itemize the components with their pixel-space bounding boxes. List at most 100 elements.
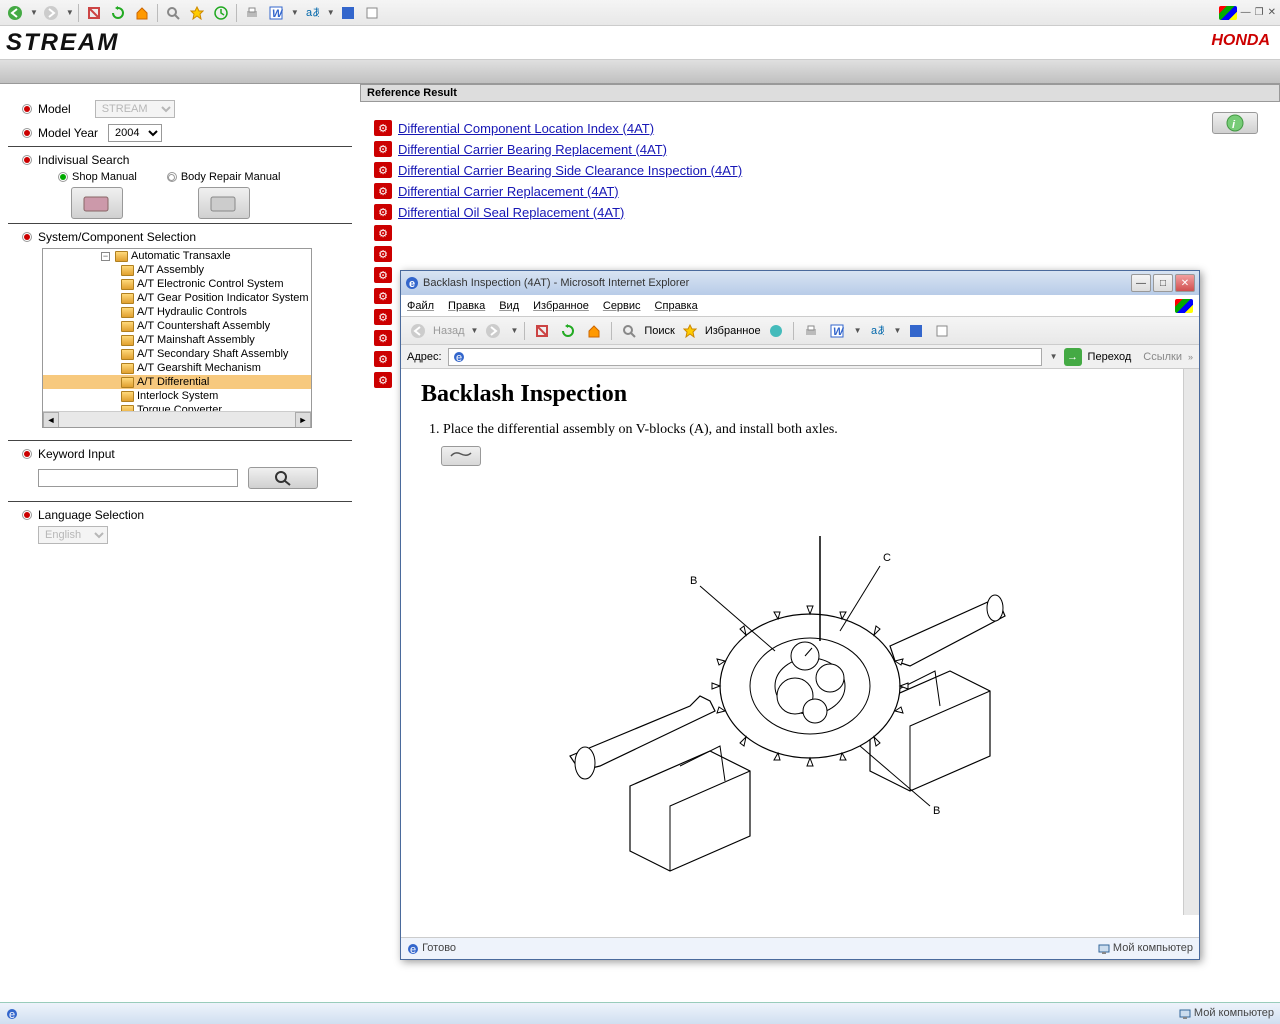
info-button[interactable]: i (1212, 112, 1258, 134)
address-field[interactable]: e (448, 348, 1042, 366)
shop-manual-button[interactable] (71, 187, 123, 219)
svg-text:e: e (410, 944, 416, 955)
popup-refresh-icon[interactable] (557, 320, 579, 342)
menu-view[interactable]: Вид (499, 300, 519, 312)
word-icon[interactable]: W (265, 2, 287, 24)
scroll-left-icon[interactable]: ◄ (43, 412, 59, 428)
window-minimize-button[interactable]: — (1241, 7, 1251, 18)
ie-icon: e (405, 276, 419, 290)
radio-unselected-icon[interactable] (167, 172, 177, 182)
year-select[interactable]: 2004 (108, 124, 162, 142)
fullscreen-icon[interactable] (337, 2, 359, 24)
links-label[interactable]: Ссылки (1143, 351, 1182, 363)
reference-link[interactable]: Differential Carrier Bearing Replacement… (398, 142, 667, 157)
tree-item[interactable]: A/T Countershaft Assembly (137, 320, 270, 332)
keyword-label: Keyword Input (38, 447, 115, 461)
dropdown-icon[interactable]: ▼ (1050, 352, 1058, 361)
tree-item[interactable]: A/T Gear Position Indicator System (137, 292, 309, 304)
keyword-input[interactable] (38, 469, 238, 487)
popup-close-button[interactable]: ✕ (1175, 274, 1195, 292)
folder-icon (121, 377, 134, 388)
tree-item-selected[interactable]: A/T Differential (137, 376, 209, 388)
scroll-right-icon[interactable]: ► (295, 412, 311, 428)
go-button[interactable]: → (1064, 348, 1082, 366)
gear-icon: ⚙ (374, 309, 392, 325)
home-icon[interactable] (131, 2, 153, 24)
dropdown-icon[interactable]: ▼ (30, 8, 38, 17)
tree-item[interactable]: A/T Gearshift Mechanism (137, 362, 261, 374)
popup-media-icon[interactable] (765, 320, 787, 342)
tool-icon[interactable] (361, 2, 383, 24)
reference-link[interactable]: Differential Oil Seal Replacement (4AT) (398, 205, 624, 220)
popup-print-icon[interactable] (800, 320, 822, 342)
popup-tool-icon[interactable] (931, 320, 953, 342)
collapse-icon[interactable]: − (101, 252, 110, 261)
radio-selected-icon[interactable] (58, 172, 68, 182)
component-tree[interactable]: − Automatic Transaxle A/T Assembly A/T El… (42, 248, 312, 428)
popup-word-icon[interactable]: W (826, 320, 848, 342)
popup-encoding-icon[interactable]: aあ (866, 320, 888, 342)
window-close-button[interactable]: ✕ (1268, 7, 1276, 18)
reference-link[interactable]: Differential Carrier Replacement (4AT) (398, 184, 619, 199)
dropdown-icon[interactable]: ▼ (471, 326, 479, 335)
history-icon[interactable] (210, 2, 232, 24)
tree-root[interactable]: Automatic Transaxle (131, 250, 231, 262)
bullet-icon (22, 232, 32, 242)
dropdown-icon[interactable]: ▼ (510, 326, 518, 335)
popup-favorites-icon[interactable] (679, 320, 701, 342)
dropdown-icon[interactable]: ▼ (854, 326, 862, 335)
go-label: Переход (1088, 351, 1132, 363)
popup-minimize-button[interactable]: — (1131, 274, 1151, 292)
ie-icon: e (6, 1008, 18, 1020)
svg-text:e: e (456, 352, 462, 363)
window-restore-button[interactable]: ❐ (1255, 7, 1264, 18)
menu-service[interactable]: Сервис (603, 300, 641, 312)
print-icon[interactable] (241, 2, 263, 24)
folder-icon (121, 349, 134, 360)
menu-favorites[interactable]: Избранное (533, 300, 589, 312)
refresh-icon[interactable] (107, 2, 129, 24)
popup-stop-icon[interactable] (531, 320, 553, 342)
tree-item[interactable]: Interlock System (137, 390, 218, 402)
popup-forward-button[interactable] (482, 320, 504, 342)
bullet-icon (22, 128, 32, 138)
gear-icon: ⚙ (374, 351, 392, 367)
popup-titlebar[interactable]: e Backlash Inspection (4AT) - Microsoft … (401, 271, 1199, 295)
model-select: STREAM (95, 100, 175, 118)
dropdown-icon[interactable]: ▼ (66, 8, 74, 17)
popup-back-button[interactable] (407, 320, 429, 342)
forward-button[interactable] (40, 2, 62, 24)
tree-item[interactable]: A/T Secondary Shaft Assembly (137, 348, 288, 360)
gray-band (0, 60, 1280, 84)
dropdown-icon[interactable]: ▼ (894, 326, 902, 335)
dropdown-icon[interactable]: ▼ (291, 8, 299, 17)
menu-help[interactable]: Справка (655, 300, 698, 312)
tree-scrollbar[interactable]: ◄► (43, 411, 311, 427)
favorites-icon[interactable] (186, 2, 208, 24)
search-icon[interactable] (162, 2, 184, 24)
popup-fullscreen-icon[interactable] (905, 320, 927, 342)
popup-search-icon[interactable] (618, 320, 640, 342)
back-button[interactable] (4, 2, 26, 24)
tree-item[interactable]: A/T Mainshaft Assembly (137, 334, 255, 346)
popup-maximize-button[interactable]: □ (1153, 274, 1173, 292)
reference-link[interactable]: Differential Carrier Bearing Side Cleara… (398, 163, 742, 178)
diagram-label-b2: B (933, 805, 940, 817)
menu-file[interactable]: Файл (407, 300, 434, 312)
hand-tool-icon[interactable] (441, 446, 481, 466)
encoding-icon[interactable]: aあ (301, 2, 323, 24)
step-text: 1. Place the differential assembly on V-… (429, 422, 1179, 438)
dropdown-icon[interactable]: ▼ (327, 8, 335, 17)
brand-logo: HONDA (1211, 32, 1270, 50)
popup-menubar: Файл Правка Вид Избранное Сервис Справка (401, 295, 1199, 317)
body-repair-button[interactable] (198, 187, 250, 219)
tree-item[interactable]: A/T Electronic Control System (137, 278, 284, 290)
reference-link[interactable]: Differential Component Location Index (4… (398, 121, 654, 136)
tree-item[interactable]: A/T Hydraulic Controls (137, 306, 247, 318)
popup-scrollbar[interactable] (1183, 369, 1199, 915)
popup-home-icon[interactable] (583, 320, 605, 342)
stop-icon[interactable] (83, 2, 105, 24)
search-button[interactable] (248, 467, 318, 489)
tree-item[interactable]: A/T Assembly (137, 264, 204, 276)
menu-edit[interactable]: Правка (448, 300, 485, 312)
